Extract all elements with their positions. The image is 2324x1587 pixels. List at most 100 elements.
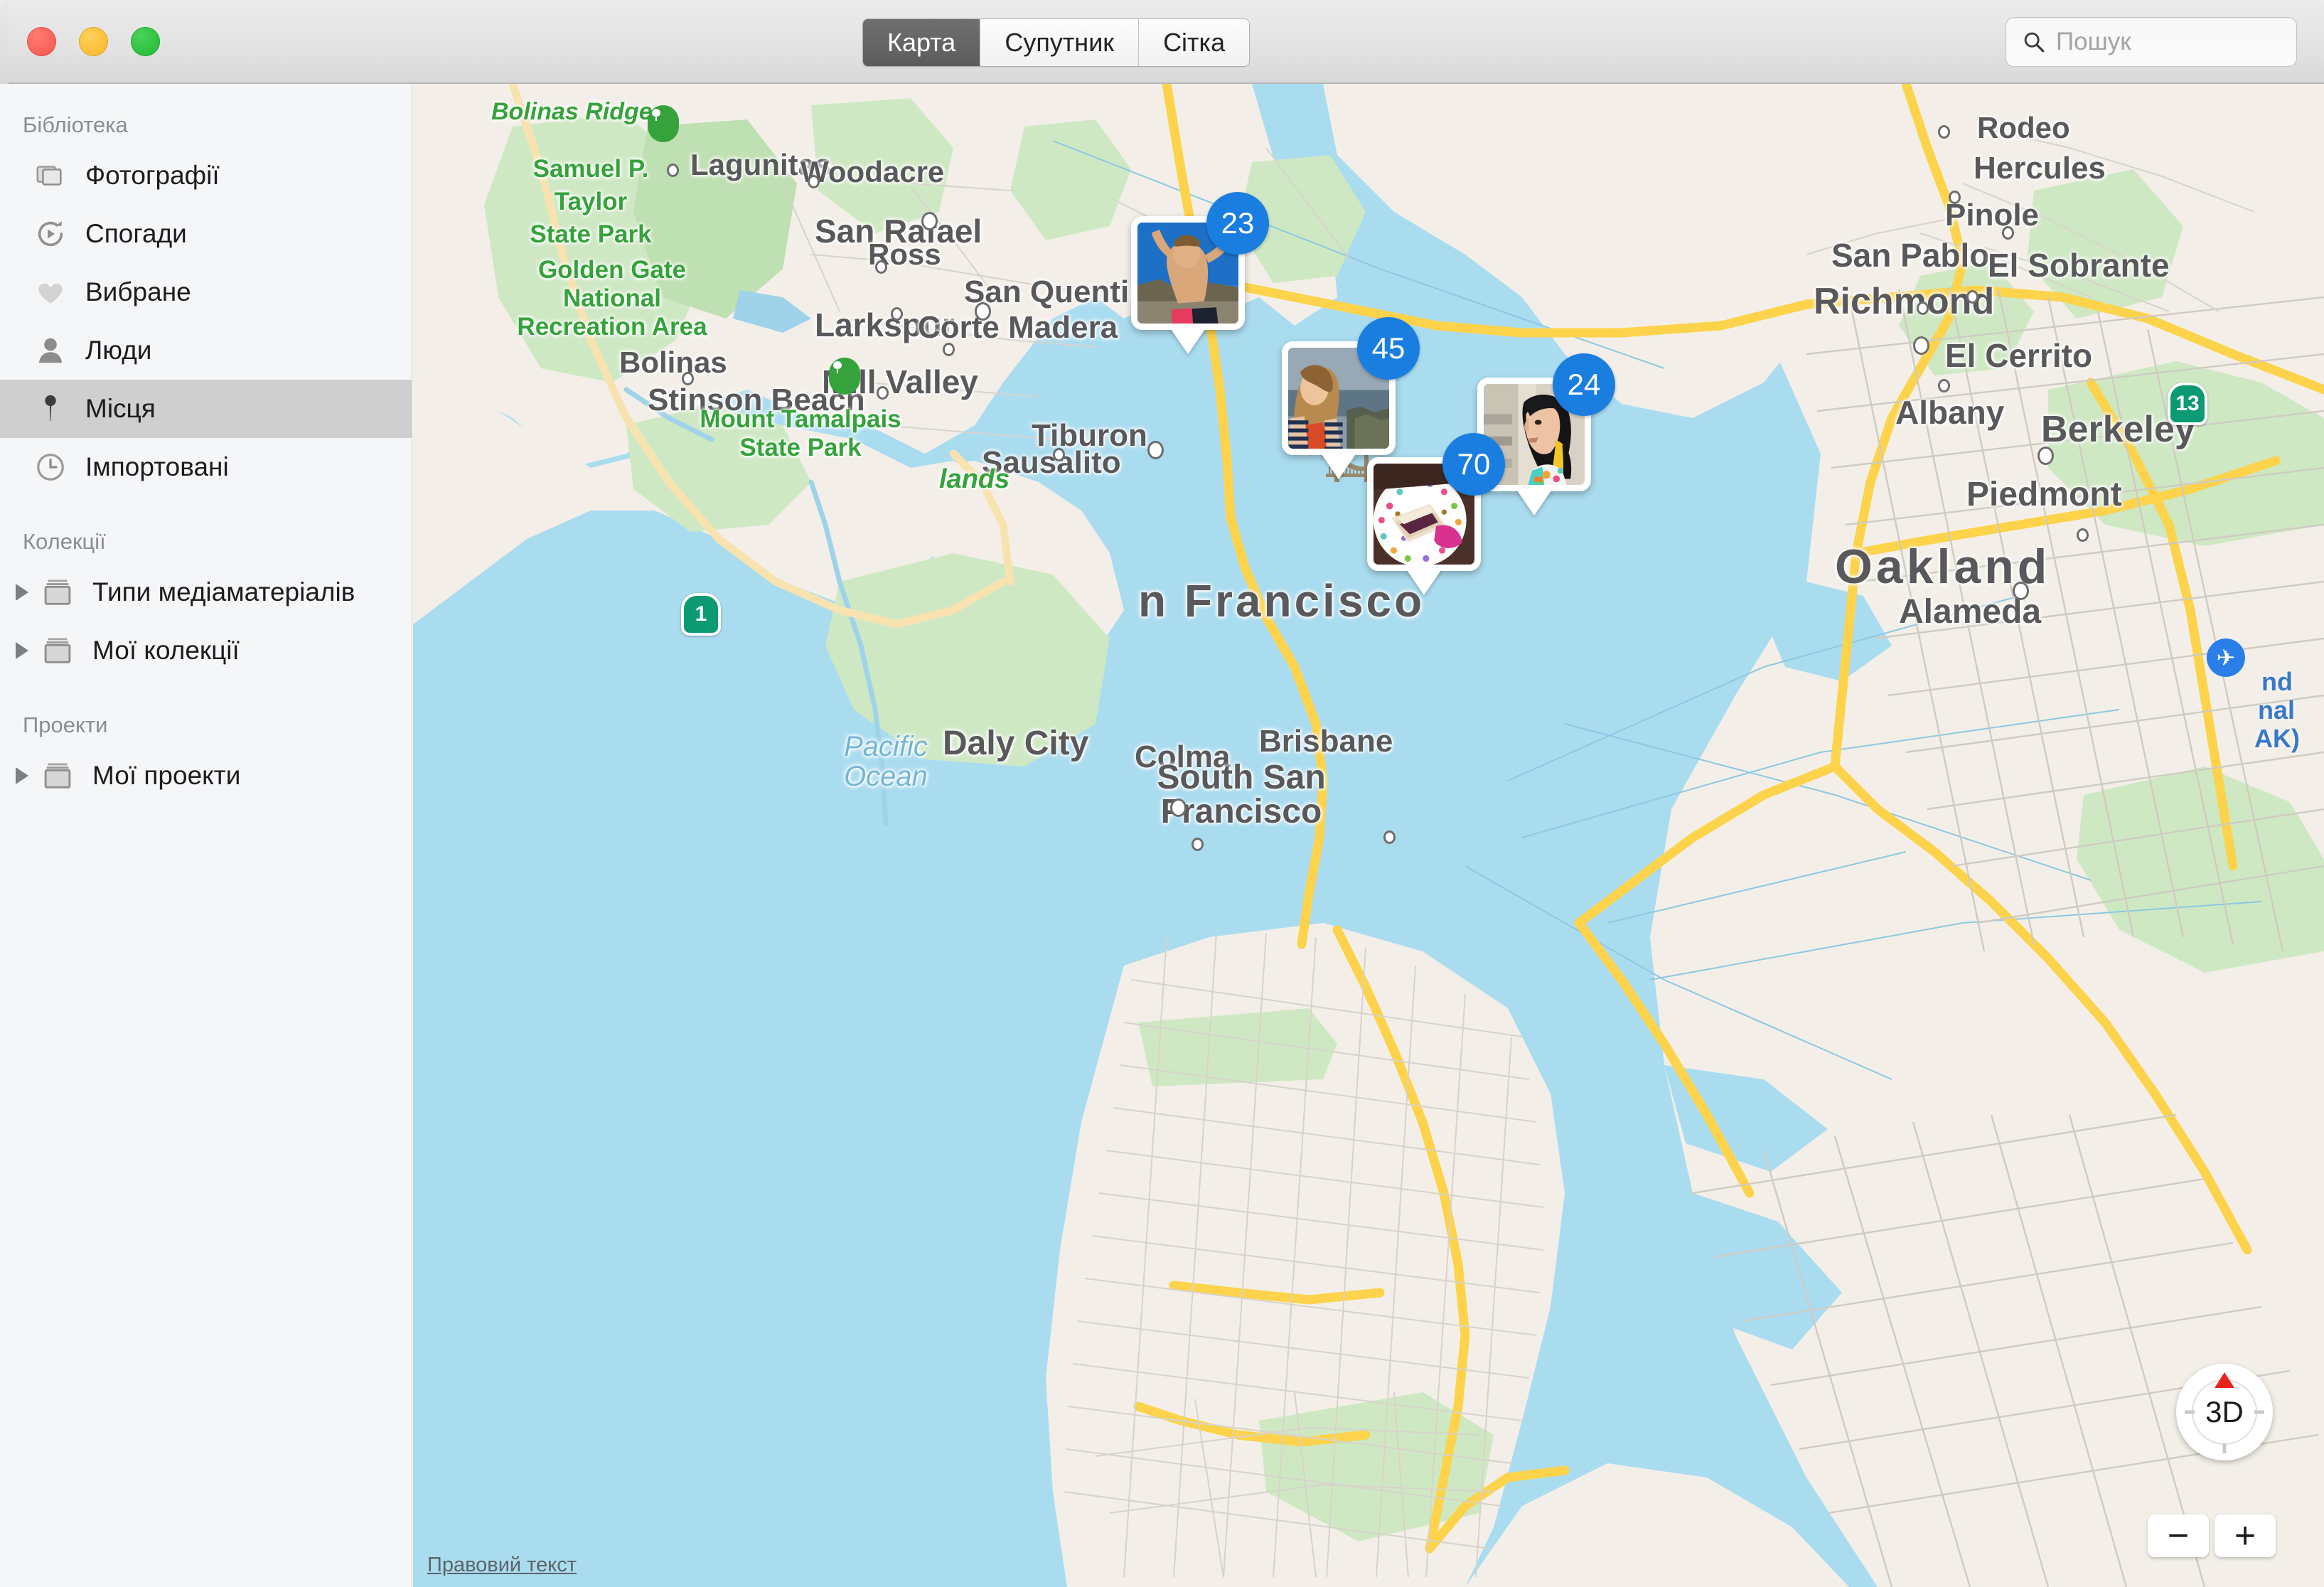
photo-count-badge[interactable]: 24 xyxy=(1553,353,1615,416)
compass-3d-toggle[interactable]: 3D xyxy=(2176,1364,2273,1460)
map-pin-icon xyxy=(45,395,56,422)
state-route-13-shield: 13 xyxy=(2168,383,2207,425)
town-dot xyxy=(667,164,679,177)
maximize-window-button[interactable] xyxy=(131,27,160,56)
sidebar-item-label: Вибране xyxy=(85,277,191,306)
town-dot xyxy=(1053,448,1065,461)
sidebar-item-photos[interactable]: Фотографії xyxy=(0,146,412,205)
sidebar-item-places[interactable]: Місця xyxy=(0,380,412,438)
zoom-in-button[interactable]: + xyxy=(2215,1514,2276,1557)
town-dot xyxy=(1170,798,1187,817)
shield-number: 1 xyxy=(695,602,707,626)
photos-app-window: Карта Супутник Сітка Пошук Бібліотека Фо… xyxy=(0,0,2324,1587)
sidebar-section-library-header: Бібліотека xyxy=(23,112,128,137)
sidebar-section-projects-header: Проекти xyxy=(23,712,108,737)
sidebar-item-label: Мої колекції xyxy=(92,636,240,665)
sidebar-item-label: Типи медіаматеріалів xyxy=(92,577,355,607)
shield-number: 13 xyxy=(2175,392,2200,415)
chevron-right-icon[interactable] xyxy=(16,642,28,659)
heart-icon xyxy=(38,283,63,304)
town-dot xyxy=(891,307,903,321)
close-window-button[interactable] xyxy=(27,27,56,56)
sidebar-item-my-albums[interactable]: Мої колекції xyxy=(0,621,412,680)
sidebar-item-label: Спогади xyxy=(85,219,187,248)
photo-cluster-marker-70[interactable]: 70 xyxy=(1367,433,1505,595)
town-dot xyxy=(1913,336,1929,355)
album-stack-icon xyxy=(44,763,71,789)
sidebar-item-imported[interactable]: Імпортовані xyxy=(0,438,412,496)
tab-map[interactable]: Карта xyxy=(863,19,981,66)
town-dot xyxy=(2013,582,2029,600)
map-view-segmented-control[interactable]: Карта Супутник Сітка xyxy=(862,18,1251,67)
town-dot xyxy=(1917,301,1929,315)
sidebar-section-collections-header: Колекції xyxy=(23,529,106,554)
person-icon xyxy=(38,338,63,363)
tab-grid[interactable]: Сітка xyxy=(1139,19,1250,66)
minimize-window-button[interactable] xyxy=(79,27,108,56)
airport-icon: ✈ xyxy=(2207,638,2245,677)
town-dot xyxy=(2002,226,2014,240)
sidebar-item-label: Імпортовані xyxy=(85,452,229,481)
marker-tail xyxy=(1405,568,1442,595)
marker-tail xyxy=(1169,327,1206,354)
marker-tail xyxy=(1516,488,1553,515)
compass-3d-label[interactable]: 3D xyxy=(2192,1379,2257,1445)
sidebar-item-label: Місця xyxy=(85,394,156,423)
compass-tick-west xyxy=(2185,1410,2195,1414)
window-titlebar: Карта Супутник Сітка Пошук xyxy=(0,0,2324,84)
search-placeholder: Пошук xyxy=(2056,28,2131,55)
town-dot xyxy=(975,302,991,321)
sidebar-item-memories[interactable]: Спогади xyxy=(0,205,412,263)
park-tree-icon xyxy=(648,105,679,142)
sidebar-item-people[interactable]: Люди xyxy=(0,321,412,380)
compass-tick-east xyxy=(2254,1410,2264,1414)
town-dot xyxy=(877,386,889,400)
photo-count-badge[interactable]: 70 xyxy=(1442,433,1505,496)
compass-tick-south xyxy=(2222,1443,2227,1453)
town-dot xyxy=(2037,447,2054,465)
sidebar-item-label: Мої проекти xyxy=(92,761,241,790)
north-arrow-icon xyxy=(2215,1372,2234,1388)
town-dot xyxy=(1383,830,1396,844)
town-dot xyxy=(1938,125,1950,139)
town-dot xyxy=(921,212,938,230)
album-stack-icon xyxy=(44,638,71,663)
town-dot xyxy=(875,260,887,274)
sidebar-item-label: Фотографії xyxy=(85,161,220,190)
town-dot xyxy=(2077,528,2089,542)
tab-satellite[interactable]: Супутник xyxy=(980,19,1140,66)
photo-cluster-marker-23[interactable]: 23 xyxy=(1131,192,1269,354)
town-dot xyxy=(682,372,694,385)
town-dot xyxy=(943,343,955,356)
clock-icon xyxy=(37,454,64,481)
sidebar-item-my-projects[interactable]: Мої проекти xyxy=(0,747,412,805)
search-icon xyxy=(2024,32,2045,53)
photo-count-badge[interactable]: 23 xyxy=(1206,192,1269,255)
sidebar-item-label: Люди xyxy=(85,336,152,365)
town-dot xyxy=(1938,379,1950,392)
town-dot xyxy=(808,175,820,188)
legal-text-link[interactable]: Правовий текст xyxy=(427,1554,577,1577)
town-dot xyxy=(1966,290,1978,304)
photo-cluster-marker-45[interactable]: 45 xyxy=(1282,317,1420,479)
zoom-out-button[interactable]: − xyxy=(2148,1514,2209,1557)
town-dot xyxy=(1949,191,1961,204)
library-sidebar: Бібліотека Фотографії Спогади Вибране Лю… xyxy=(0,84,412,1587)
map-geometry: .land{fill:#f3efe8} .park{fill:#cfe8c4} … xyxy=(413,84,2324,1587)
town-dot xyxy=(1192,838,1204,851)
chevron-right-icon[interactable] xyxy=(16,767,28,784)
sidebar-item-favorites[interactable]: Вибране xyxy=(0,263,412,321)
traffic-light-controls xyxy=(27,27,160,56)
photos-stack-icon xyxy=(36,166,62,186)
chevron-right-icon[interactable] xyxy=(16,584,28,601)
map-zoom-controls[interactable]: − + xyxy=(2148,1514,2276,1557)
photo-count-badge[interactable]: 45 xyxy=(1357,317,1420,380)
search-field[interactable]: Пошук xyxy=(2006,17,2297,67)
state-route-1-shield: 1 xyxy=(681,593,721,636)
memories-play-icon xyxy=(38,220,63,247)
marker-tail xyxy=(1320,452,1357,479)
sidebar-item-media-types[interactable]: Типи медіаматеріалів xyxy=(0,563,412,621)
places-map-canvas[interactable]: .land{fill:#f3efe8} .park{fill:#cfe8c4} … xyxy=(413,84,2324,1587)
album-stack-icon xyxy=(44,579,71,605)
town-dot xyxy=(1147,441,1164,459)
